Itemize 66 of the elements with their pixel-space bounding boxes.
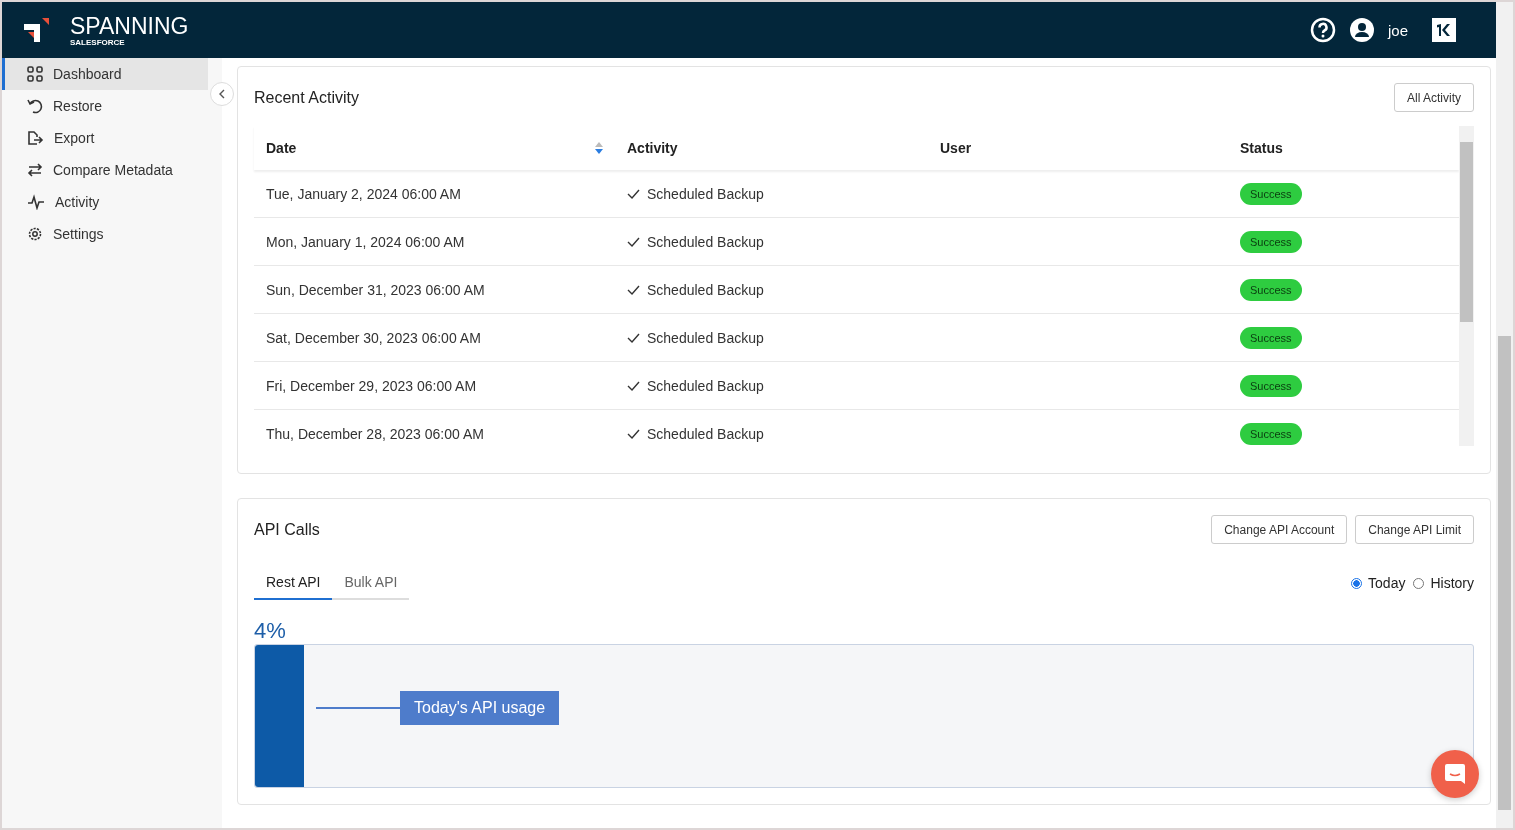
card-title: Recent Activity — [254, 88, 359, 107]
collapse-button[interactable] — [210, 82, 234, 106]
chat-button[interactable] — [1431, 750, 1479, 798]
user-name[interactable]: joe — [1387, 21, 1408, 39]
radio-label[interactable]: Today — [1368, 575, 1406, 591]
status-badge: Success — [1240, 374, 1302, 397]
table-cell: Scheduled Backup — [647, 233, 764, 250]
table-cell: Fri, December 29, 2023 06:00 AM — [266, 377, 477, 394]
pulse-icon — [27, 194, 45, 210]
tab[interactable]: Bulk API — [332, 566, 410, 600]
table-cell: Mon, January 1, 2024 06:00 AM — [266, 233, 465, 250]
logo-text: SPANNING — [70, 13, 189, 38]
status-badge: Success — [1240, 326, 1302, 349]
sidebar-item[interactable]: Activity — [2, 186, 208, 218]
status-badge: Success — [1240, 422, 1302, 445]
column-header[interactable]: User — [940, 140, 972, 156]
swap-arrows-icon — [27, 162, 43, 178]
table-cell: Sat, December 30, 2023 06:00 AM — [266, 329, 481, 346]
column-header[interactable]: Date — [266, 140, 297, 156]
checkmark-icon — [627, 236, 640, 247]
table-cell: Scheduled Backup — [647, 425, 764, 442]
checkmark-icon — [627, 380, 640, 391]
sidebar-item[interactable]: Settings — [2, 218, 208, 250]
scrollbar[interactable] — [1459, 126, 1474, 446]
column-header[interactable]: Status — [1240, 140, 1283, 156]
checkmark-icon — [627, 332, 640, 343]
change-button[interactable]: Change API Account — [1211, 515, 1348, 544]
logo-subtitle: SALESFORCE — [70, 37, 126, 47]
sidebar-item[interactable]: Dashboard — [2, 58, 208, 90]
table-cell: Scheduled Backup — [647, 185, 764, 202]
usage-percent: 4% — [254, 618, 287, 644]
table-cell: Scheduled Backup — [647, 281, 764, 298]
grid-icon — [27, 66, 43, 82]
checkmark-icon — [627, 428, 640, 439]
sidebar-item[interactable]: Export — [2, 122, 208, 154]
logo-icon — [22, 16, 50, 44]
export-icon — [27, 130, 44, 146]
settings-icon — [27, 226, 43, 242]
checkmark-icon — [627, 188, 640, 199]
status-badge: Success — [1240, 182, 1302, 205]
sidebar-item[interactable]: Compare Metadata — [2, 154, 208, 186]
sort-icon[interactable] — [595, 141, 603, 155]
all-activity-button[interactable]: All Activity — [1394, 83, 1474, 112]
status-badge: Success — [1240, 278, 1302, 301]
column-header[interactable]: Activity — [627, 140, 678, 156]
card-title: API Calls — [254, 520, 320, 539]
page-scrollbar[interactable] — [1496, 2, 1513, 828]
usage-label: Today's API usage — [400, 691, 560, 725]
change-button[interactable]: Change API Limit — [1355, 515, 1474, 544]
table-cell: Scheduled Backup — [647, 377, 764, 394]
restore-icon — [27, 98, 43, 114]
table-cell: Tue, January 2, 2024 06:00 AM — [266, 185, 461, 202]
checkmark-icon — [627, 284, 640, 295]
radio-button[interactable] — [1351, 577, 1363, 589]
radio-label[interactable]: History — [1430, 575, 1474, 591]
sidebar-item[interactable]: Restore — [2, 90, 208, 122]
help-icon[interactable] — [1309, 17, 1336, 43]
table-cell: Sun, December 31, 2023 06:00 AM — [266, 281, 485, 298]
user-avatar-icon[interactable] — [1349, 18, 1374, 42]
tab[interactable]: Rest API — [254, 566, 333, 600]
status-badge: Success — [1240, 230, 1302, 253]
table-cell: Thu, December 28, 2023 06:00 AM — [266, 425, 484, 442]
chat-icon — [1444, 763, 1466, 785]
chevron-left-icon — [218, 89, 226, 99]
table-cell: Scheduled Backup — [647, 329, 764, 346]
brand-logo-icon[interactable] — [1432, 18, 1456, 42]
